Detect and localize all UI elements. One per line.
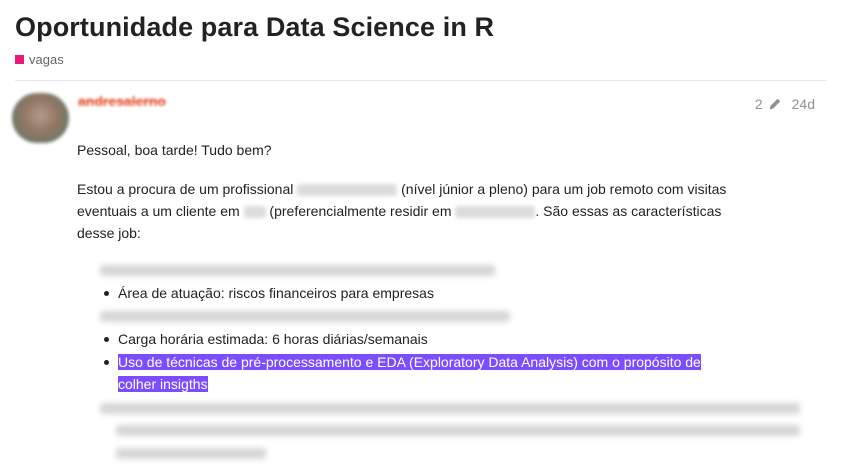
- topic-title: Oportunidade para Data Science in R: [15, 12, 495, 42]
- redacted-text: [297, 184, 398, 197]
- category-badge[interactable]: vagas: [15, 52, 64, 67]
- post-date[interactable]: 24d: [792, 96, 815, 112]
- redacted-list-item: [116, 448, 266, 459]
- para-text-4: (preferencialmente residir em: [269, 203, 452, 219]
- para-text-6: desse job:: [77, 225, 141, 241]
- para-text-1: Estou a procura de um profissional: [77, 181, 294, 197]
- list-item-uso-line2: colher insigths: [118, 373, 208, 395]
- avatar[interactable]: [12, 93, 69, 143]
- post-greeting: Pessoal, boa tarde! Tudo bem?: [77, 142, 272, 158]
- list-bullet: [104, 360, 109, 365]
- redacted-text: [455, 206, 536, 219]
- redacted-list-item: [100, 265, 495, 276]
- redacted-list-item: [100, 403, 800, 414]
- list-item-uso-line1: Uso de técnicas de pré-processamento e E…: [118, 351, 701, 373]
- redacted-text: [243, 206, 266, 219]
- post-meta: 2 24d: [755, 96, 815, 112]
- divider: [15, 80, 827, 81]
- selected-text: Uso de técnicas de pré-processamento e E…: [118, 354, 701, 370]
- para-text-3: eventuais a um cliente em: [77, 203, 240, 219]
- category-color-swatch: [15, 55, 24, 64]
- list-item-carga: Carga horária estimada: 6 horas diárias/…: [118, 331, 428, 347]
- pencil-icon: [769, 98, 780, 110]
- list-bullet: [104, 337, 109, 342]
- redacted-list-item: [100, 311, 510, 322]
- redacted-list-item: [116, 425, 800, 436]
- edit-count: 2: [754, 96, 763, 112]
- para-text-5: . São essas as características: [535, 203, 722, 219]
- list-item-area: Área de atuação: riscos financeiros para…: [118, 285, 434, 301]
- selected-text: colher insigths: [118, 376, 208, 392]
- para-text-2: (nível júnior a pleno) para um job remot…: [401, 181, 727, 197]
- post-paragraph: Estou a procura de um profissional (níve…: [77, 178, 812, 244]
- category-label: vagas: [29, 52, 64, 67]
- post-author[interactable]: andresalerno: [78, 93, 166, 109]
- list-bullet: [104, 291, 109, 296]
- edit-history-button[interactable]: 2: [755, 96, 792, 112]
